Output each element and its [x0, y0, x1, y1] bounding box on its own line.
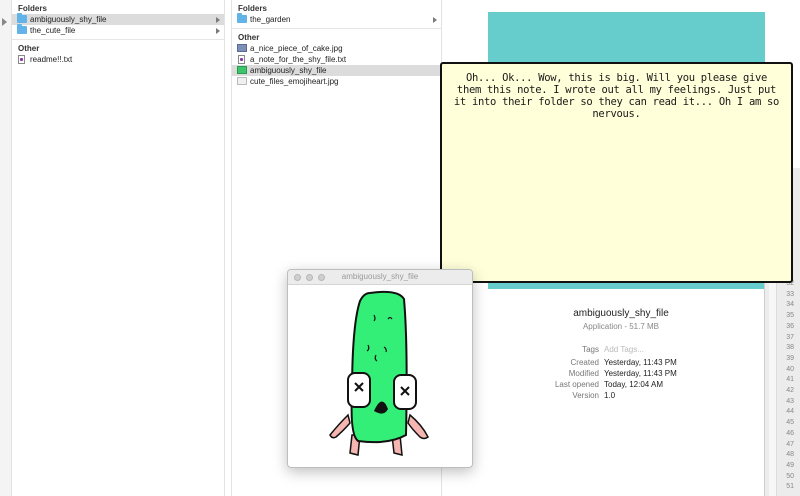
- line-number: 37: [786, 333, 794, 341]
- file-item-label: readme!!.txt: [30, 55, 73, 64]
- character-arm: [329, 413, 351, 439]
- line-number: 42: [786, 387, 794, 394]
- finder-column-parent: [0, 0, 12, 496]
- version-label: Version: [572, 391, 599, 400]
- character-window[interactable]: ambiguously_shy_file: [287, 269, 473, 468]
- line-number: 40: [786, 365, 794, 373]
- file-item-label: a_note_for_the_shy_file.txt: [250, 55, 347, 64]
- line-number: 34: [786, 301, 794, 309]
- speech-bubble-text: Oh... Ok... Wow, this is big. Will you p…: [453, 72, 780, 120]
- folder-icon: [17, 24, 27, 34]
- app-icon: [237, 66, 247, 74]
- chevron-right-icon: [2, 18, 7, 26]
- finder-column-1: Folders ambiguously_shy_file the_cute_fi…: [12, 0, 225, 496]
- shy-file-character: [329, 290, 429, 456]
- other-header: Other: [18, 44, 40, 53]
- file-item-label: cute_files_emojiheart.jpg: [250, 77, 339, 86]
- file-kind: Application - 51.7 MB: [582, 322, 660, 331]
- folder-item-the-cute-file[interactable]: the_cute_file: [12, 24, 224, 36]
- chevron-right-icon: [216, 28, 220, 34]
- line-number: 38: [786, 344, 794, 352]
- line-number: 35: [786, 312, 794, 320]
- file-item-ambiguously-shy-file[interactable]: ambiguously_shy_file: [232, 65, 441, 76]
- line-number: 50: [786, 472, 794, 480]
- chevron-right-icon: [216, 17, 220, 23]
- window-title: ambiguously_shy_file: [341, 272, 419, 281]
- last-opened-value: Today, 12:04 AM: [604, 380, 663, 389]
- other-header: Other: [238, 33, 260, 42]
- speech-bubble: Oh... Ok... Wow, this is big. Will you p…: [440, 62, 793, 283]
- created-label: Created: [570, 358, 599, 367]
- file-item-cake[interactable]: a_nice_piece_of_cake.jpg: [232, 43, 441, 54]
- image-icon: [237, 77, 247, 85]
- line-number: 46: [786, 429, 794, 437]
- modified-label: Modified: [568, 369, 599, 378]
- file-metadata: Tags Add Tags... Created Yesterday, 11:43 …: [512, 344, 732, 401]
- line-number: 48: [786, 451, 794, 459]
- line-number: 39: [786, 354, 794, 362]
- line-number: 33: [786, 290, 794, 298]
- file-item-label: a_nice_piece_of_cake.jpg: [250, 44, 343, 53]
- folder-item-label: ambiguously_shy_file: [30, 15, 107, 24]
- line-number: 49: [786, 461, 794, 469]
- folder-item-ambiguously-shy-file[interactable]: ambiguously_shy_file: [12, 13, 224, 25]
- line-number: 47: [786, 440, 794, 448]
- file-name: ambiguously_shy_file: [573, 308, 669, 319]
- image-icon: [237, 44, 247, 52]
- line-number: 43: [786, 397, 794, 405]
- file-item-label: ambiguously_shy_file: [250, 66, 327, 75]
- character-arm: [407, 413, 429, 440]
- line-number: 45: [786, 419, 794, 427]
- window-titlebar[interactable]: ambiguously_shy_file: [288, 270, 472, 285]
- folders-header: Folders: [238, 4, 267, 13]
- folder-item-label: the_garden: [250, 15, 291, 24]
- version-value: 1.0: [604, 391, 616, 400]
- folder-item-label: the_cute_file: [30, 26, 76, 35]
- file-item-emojiheart[interactable]: cute_files_emojiheart.jpg: [232, 76, 441, 87]
- last-opened-label: Last opened: [554, 380, 599, 389]
- folder-item-the-garden[interactable]: the_garden: [232, 13, 441, 25]
- file-item-readme[interactable]: readme!!.txt: [12, 54, 224, 65]
- folder-icon: [17, 13, 27, 23]
- chevron-right-icon: [433, 17, 437, 23]
- folders-header: Folders: [18, 4, 47, 13]
- folder-icon: [237, 13, 247, 23]
- text-file-icon: [238, 55, 245, 64]
- line-number: 36: [786, 322, 794, 330]
- created-value: Yesterday, 11:43 PM: [604, 358, 677, 367]
- line-number: 44: [786, 408, 794, 416]
- tags-label: Tags: [582, 345, 599, 354]
- character-body: [350, 290, 408, 444]
- file-item-note[interactable]: a_note_for_the_shy_file.txt: [232, 54, 441, 65]
- line-number: 51: [786, 483, 794, 491]
- modified-value: Yesterday, 11:43 PM: [604, 369, 677, 378]
- character-eye-left: [347, 372, 371, 408]
- text-file-icon: [18, 55, 25, 64]
- tags-input[interactable]: Add Tags...: [604, 344, 644, 355]
- line-number: 41: [786, 376, 794, 384]
